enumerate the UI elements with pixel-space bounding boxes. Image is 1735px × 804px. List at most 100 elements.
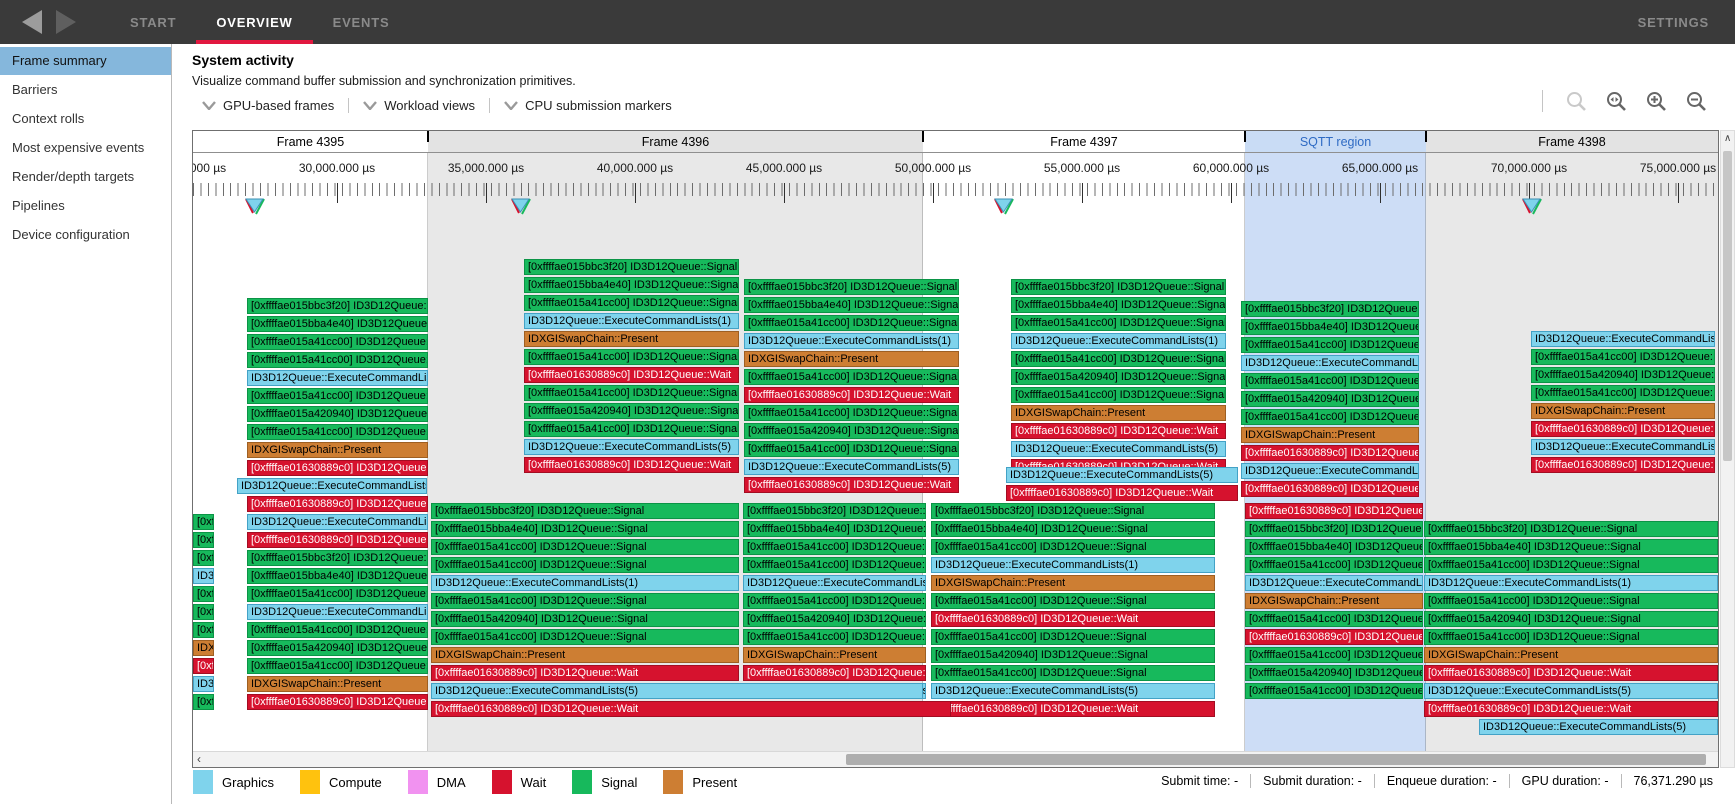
horizontal-scrollbar[interactable]: ‹	[193, 751, 1718, 767]
event-bar[interactable]: ID3D12Queue::ExecuteCommandLists(5)	[193, 676, 214, 692]
event-bar[interactable]: [0xffffae015bba4e40] ID3D12Queue::Signal	[1245, 539, 1423, 555]
chart-body[interactable]: Graphics queue ‹ 25,000.000 µs30,000.000…	[193, 153, 1718, 767]
event-bar[interactable]: [0xffffae015bba4e40] ID3D12Queue::Signal	[247, 316, 428, 332]
event-bar[interactable]: [0xffffae015a420940] ID3D12Queue::Signal	[931, 647, 1215, 663]
zoom-reset-icon[interactable]	[1605, 90, 1627, 112]
vertical-scrollbar[interactable]: ∧	[1720, 130, 1735, 768]
event-bar[interactable]: [0xffffae01630889c0] ID3D12Queue::Wait	[931, 701, 1215, 717]
event-bar[interactable]: [0xffffae015a41cc00] ID3D12Queue::Signal	[193, 586, 214, 602]
event-bar[interactable]: IDXGISwapChain::Present	[744, 351, 959, 367]
event-bar[interactable]: [0xffffae015a41cc00] ID3D12Queue::Signal	[743, 539, 926, 555]
event-bar[interactable]: ID3D12Queue::ExecuteCommandLists(1)	[1011, 333, 1226, 349]
event-bar[interactable]: ID3D12Queue::ExecuteCommandLists(1)	[1424, 575, 1718, 591]
event-bar[interactable]: [0xffffae015a420940] ID3D12Queue::Signal	[1245, 665, 1423, 681]
event-bar[interactable]: [0xffffae01630889c0] ID3D12Queue::Wait	[931, 611, 1215, 627]
event-bar[interactable]: [0xffffae01630889c0] ID3D12Queue::Wait	[247, 532, 428, 548]
event-bar[interactable]: [0xffffae015bbc3f20] ID3D12Queue::Signal	[247, 550, 428, 566]
event-bar[interactable]: [0xffffae015a41cc00] ID3D12Queue::Signal	[193, 622, 214, 638]
event-bar[interactable]: [0xffffae015a41cc00] ID3D12Queue::Signal	[1424, 557, 1718, 573]
event-bar[interactable]: [0xffffae015bba4e40] ID3D12Queue::Signal	[744, 297, 959, 313]
frame-header-frame-4397[interactable]: Frame 4397	[923, 131, 1245, 152]
event-bar[interactable]: ID3D12Queue::ExecuteCommandLists(5)	[1479, 719, 1718, 735]
event-bar[interactable]: [0xffffae015a41cc00] ID3D12Queue::Signal	[431, 557, 739, 573]
event-bar[interactable]: ID3D12Queue::ExecuteCommandLists(5)	[524, 439, 739, 455]
event-bar[interactable]: [0xffffae015a41cc00] ID3D12Queue::Signal	[743, 557, 926, 573]
event-bar[interactable]: IDXGISwapChain::Present	[1011, 405, 1226, 421]
event-bar[interactable]: [0xffffae015a41cc00] ID3D12Queue::Signal	[524, 349, 739, 365]
event-bar[interactable]: [0xffffae015a41cc00] ID3D12Queue::Signal	[524, 421, 739, 437]
event-bar[interactable]: IDXGISwapChain::Present	[247, 676, 428, 692]
event-bar[interactable]: ID3D12Queue::ExecuteCommandLists(5)	[931, 683, 1215, 699]
event-bar[interactable]: ID3D12Queue::ExecuteCommandLists(1)	[247, 370, 428, 386]
event-bar[interactable]: [0xffffae015a41cc00] ID3D12Queue::Signal	[743, 629, 926, 645]
zoom-to-selection-icon[interactable]	[1565, 90, 1587, 112]
event-bar[interactable]: [0xffffae015a41cc00] ID3D12Queue::Signal	[247, 388, 428, 404]
event-bar[interactable]: [0xffffae015a41cc00] ID3D12Queue::Signal	[431, 629, 739, 645]
event-bar[interactable]: [0xffffae015a41cc00] ID3D12Queue::Signal	[247, 586, 428, 602]
horizontal-scroll-thumb[interactable]	[846, 754, 1706, 765]
event-bar[interactable]: [0xffffae015a41cc00] ID3D12Queue::Signal	[247, 424, 428, 440]
event-bar[interactable]: [0xffffae015a41cc00] ID3D12Queue::Signal	[931, 593, 1215, 609]
scroll-up-icon[interactable]: ∧	[1724, 133, 1731, 144]
event-bar[interactable]: [0xffffae015a41cc00] ID3D12Queue::Signal	[1241, 409, 1419, 425]
event-bar[interactable]: [0xffffae01630889c0] ID3D12Queue::Wait	[744, 477, 959, 493]
event-bar[interactable]: [0xffffae015a41cc00] ID3D12Queue::Signal	[1424, 629, 1718, 645]
event-bar[interactable]: ID3D12Queue::ExecuteCommandLists(5)	[247, 514, 428, 530]
event-bar[interactable]: [0xffffae015bbc3f20] ID3D12Queue::Signal	[931, 503, 1215, 519]
event-bar[interactable]: [0xffffae015bba4e40] ID3D12Queue::Signal	[247, 568, 428, 584]
frame-header-frame-4396[interactable]: Frame 4396	[428, 131, 923, 152]
event-bar[interactable]: [0xffffae015bba4e40] ID3D12Queue::Signal	[524, 277, 739, 293]
event-bar[interactable]: ID3D12Queue::ExecuteCommandLists(1)	[247, 604, 428, 620]
zoom-in-icon[interactable]	[1645, 90, 1667, 112]
event-bar[interactable]: ID3D12Queue::ExecuteCommandLists(5)	[1241, 463, 1419, 479]
event-bar[interactable]: [0xffffae01630889c0] ID3D12Queue::Wait	[1006, 485, 1238, 501]
frame-marker-icon[interactable]	[992, 197, 1016, 216]
event-bar[interactable]: ID3D12Queue::ExecuteCommandLists(1)	[1245, 575, 1423, 591]
event-bar[interactable]: [0xffffae015bba4e40] ID3D12Queue::Signal	[931, 521, 1215, 537]
event-bar[interactable]: [0xffffae015bbc3f20] ID3D12Queue::Signal	[1241, 301, 1419, 317]
event-bar[interactable]: IDXGISwapChain::Present	[1245, 593, 1423, 609]
event-bar[interactable]: [0xffffae015a41cc00] ID3D12Queue::Signal	[1245, 647, 1423, 663]
event-bar[interactable]: [0xffffae015a41cc00] ID3D12Queue::Signal	[744, 315, 959, 331]
event-bar[interactable]: [0xffffae015a41cc00] ID3D12Queue::Signal	[431, 593, 739, 609]
event-bar[interactable]: [0xffffae015a420940] ID3D12Queue::Signal	[1531, 367, 1715, 383]
event-bar[interactable]: [0xffffae01630889c0] ID3D12Queue::Wait	[1531, 421, 1715, 437]
sidebar-item-device-configuration[interactable]: Device configuration	[0, 221, 171, 249]
event-bar[interactable]: [0xffffae015a41cc00] ID3D12Queue::Signal	[931, 629, 1215, 645]
event-bar[interactable]: ID3D12Queue::ExecuteCommandLists(5)	[1424, 683, 1718, 699]
event-bar[interactable]: [0xffffae015a420940] ID3D12Queue::Signal	[524, 403, 739, 419]
event-bar[interactable]: [0xffffae015bba4e40] ID3D12Queue::Signal	[1424, 539, 1718, 555]
event-bar[interactable]: [0xffffae015bbc3f20] ID3D12Queue::Signal	[1245, 521, 1423, 537]
event-bar[interactable]: [0xffffae01630889c0] ID3D12Queue::Wait	[743, 665, 926, 681]
event-bar[interactable]: ID3D12Queue::ExecuteCommandLists(1)	[744, 333, 959, 349]
event-bar[interactable]: [0xffffae01630889c0] ID3D12Queue::Wait	[1245, 503, 1423, 519]
event-bar[interactable]: IDXGISwapChain::Present	[1241, 427, 1419, 443]
event-bar[interactable]: IDXGISwapChain::Present	[1424, 647, 1718, 663]
event-bar[interactable]: [0xffffae015a41cc00] ID3D12Queue::Signal	[193, 550, 214, 566]
event-bar[interactable]: [0xffffae015a41cc00] ID3D12Queue::Signal	[744, 405, 959, 421]
scroll-left-icon[interactable]: ‹	[197, 752, 201, 766]
event-bar[interactable]: IDXGISwapChain::Present	[247, 442, 428, 458]
event-bar[interactable]: [0xffffae015a41cc00] ID3D12Queue::Signal	[744, 369, 959, 385]
event-bar[interactable]: [0xffffae01630889c0] ID3D12Queue::Wait	[1424, 701, 1718, 717]
event-bar[interactable]: ID3D12Queue::ExecuteCommandLists(1)	[743, 575, 926, 591]
sidebar-item-context-rolls[interactable]: Context rolls	[0, 105, 171, 133]
dropdown-cpu-submission-markers[interactable]: CPU submission markers	[489, 97, 686, 113]
event-bar[interactable]: [0xffffae015a41cc00] ID3D12Queue::Signal	[1011, 351, 1226, 367]
event-bar[interactable]: [0xffffae015a41cc00] ID3D12Queue::Signal	[743, 593, 926, 609]
event-bar[interactable]: [0xffffae01630889c0] ID3D12Queue::Wait	[247, 460, 428, 476]
event-bar[interactable]: [0xffffae015a420940] ID3D12Queue::Signal	[193, 604, 214, 620]
tab-settings[interactable]: SETTINGS	[1638, 15, 1709, 30]
event-bar[interactable]: IDXGISwapChain::Present	[524, 331, 739, 347]
event-bar[interactable]: [0xffffae015bbc3f20] ID3D12Queue::Signal	[193, 694, 214, 710]
event-bar[interactable]: [0xffffae015bba4e40] ID3D12Queue::Signal	[1241, 319, 1419, 335]
event-bar[interactable]: [0xffffae01630889c0] ID3D12Queue::Wait	[524, 457, 739, 473]
sidebar-item-barriers[interactable]: Barriers	[0, 76, 171, 104]
event-bar[interactable]: [0xffffae015a41cc00] ID3D12Queue::Signal	[524, 385, 739, 401]
event-bar[interactable]: [0xffffae015bbc3f20] ID3D12Queue::Signal	[193, 514, 214, 530]
event-bar[interactable]: [0xffffae015bbc3f20] ID3D12Queue::Signal	[1424, 521, 1718, 537]
tab-start[interactable]: START	[110, 0, 196, 44]
sidebar-item-frame-summary[interactable]: Frame summary	[0, 47, 171, 75]
event-bar[interactable]: [0xffffae01630889c0] ID3D12Queue::Wait	[524, 367, 739, 383]
event-bar[interactable]: [0xffffae015a420940] ID3D12Queue::Signal	[1424, 611, 1718, 627]
